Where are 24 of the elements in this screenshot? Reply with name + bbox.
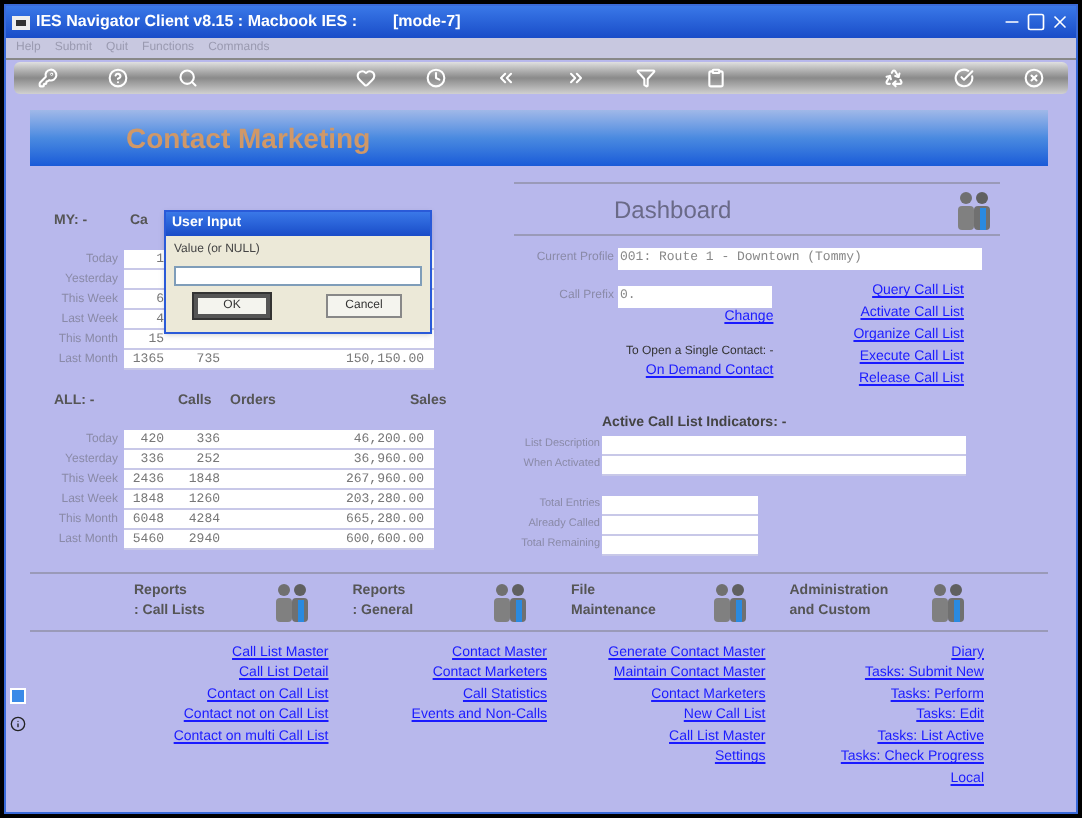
app-icon [12, 13, 30, 31]
people-icon [952, 189, 996, 229]
double-right-icon[interactable] [565, 68, 586, 88]
page-title: Contact Marketing [126, 119, 371, 158]
mode-label: [mode-7] [393, 10, 461, 34]
filter-icon[interactable] [635, 68, 656, 88]
clipboard-icon[interactable] [705, 68, 726, 88]
input-field[interactable] [174, 266, 422, 286]
search-icon[interactable] [177, 68, 198, 88]
maximize-icon[interactable] [1026, 12, 1046, 32]
info-icon[interactable] [10, 716, 26, 732]
window-title: IES Navigator Client v8.15 : Macbook IES : [36, 10, 357, 34]
people-icon [270, 581, 314, 621]
check-icon[interactable] [954, 68, 975, 88]
clock-icon[interactable] [426, 68, 447, 88]
recycle-icon[interactable] [884, 68, 905, 88]
close-icon[interactable] [1023, 68, 1044, 88]
heart-icon[interactable] [356, 68, 377, 88]
dashboard-title: Dashboard [614, 193, 732, 227]
close-icon[interactable] [1050, 12, 1070, 32]
double-left-icon[interactable] [496, 68, 517, 88]
side-tab[interactable] [10, 688, 26, 704]
help-icon[interactable] [107, 68, 128, 88]
key-icon[interactable] [38, 68, 58, 88]
